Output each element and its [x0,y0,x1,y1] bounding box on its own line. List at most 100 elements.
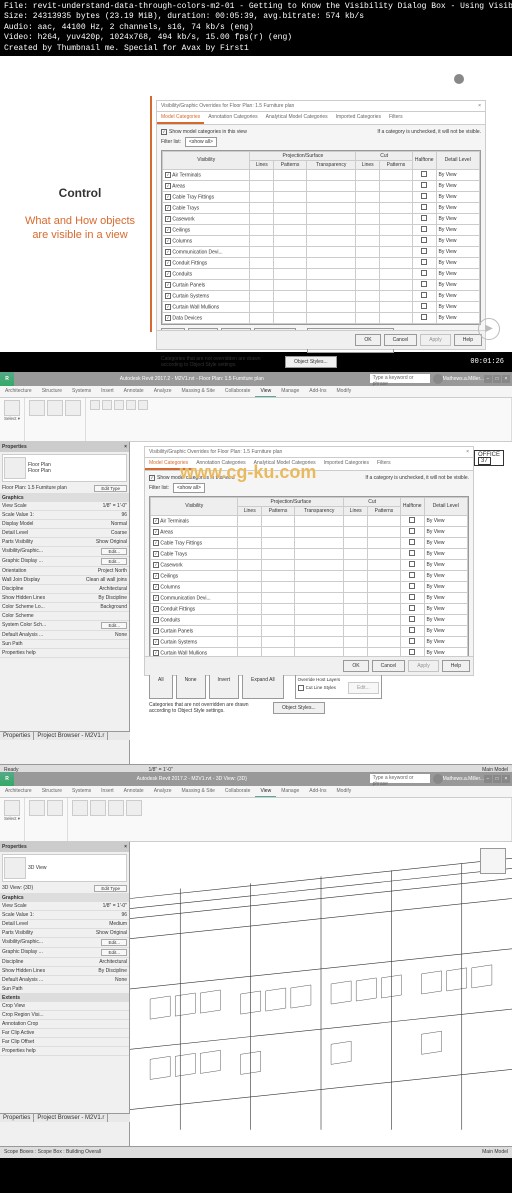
show-model-checkbox[interactable]: ✓ [149,475,155,481]
property-row[interactable]: Wall Join DisplayClean all wall joins [0,576,129,585]
halftone-checkbox[interactable] [421,182,427,188]
category-row[interactable]: ✓ Cable TraysBy View [163,202,480,213]
row-checkbox[interactable]: ✓ [165,293,171,299]
tab-addins[interactable]: Add-Ins [304,786,331,797]
tab-model-categories[interactable]: Model Categories [157,112,204,124]
tab-systems[interactable]: Systems [67,786,96,797]
row-checkbox[interactable]: ✓ [153,639,159,645]
category-row[interactable]: ✓ Cable TraysBy View [151,548,468,559]
property-row[interactable]: Default Analysis ...None [0,976,129,985]
halftone-checkbox[interactable] [409,594,415,600]
search-input[interactable]: Type a keyword or phrase [370,774,430,783]
row-checkbox[interactable]: ✓ [165,194,171,200]
tab-architecture[interactable]: Architecture [0,786,37,797]
edit-button[interactable]: Edit... [101,622,127,629]
ribbon-icon[interactable] [4,400,20,416]
halftone-checkbox[interactable] [421,204,427,210]
halftone-checkbox[interactable] [421,193,427,199]
filter-select[interactable]: <show all> [173,483,205,493]
halftone-checkbox[interactable] [409,583,415,589]
cancel-button[interactable]: Cancel [384,334,418,346]
ribbon-icon[interactable] [114,400,124,410]
property-row[interactable]: Default Analysis ...None [0,631,129,640]
tab-properties[interactable]: Properties [0,1114,34,1122]
property-row[interactable]: Far Clip Offset [0,1038,129,1047]
category-row[interactable]: ✓ ColumnsBy View [163,235,480,246]
revit-logo-icon[interactable]: R [0,372,14,386]
tab-view[interactable]: View [255,786,276,797]
tab-filters[interactable]: Filters [385,112,407,124]
property-row[interactable]: Scale Value 1:96 [0,511,129,520]
ribbon-icon[interactable] [90,400,100,410]
halftone-checkbox[interactable] [421,259,427,265]
minimize-icon[interactable]: − [484,375,492,383]
row-checkbox[interactable]: ✓ [153,518,159,524]
tab-imported[interactable]: Imported Categories [332,112,385,124]
halftone-checkbox[interactable] [409,605,415,611]
property-row[interactable]: View Scale1/8" = 1'-0" [0,902,129,911]
category-row[interactable]: ✓ ConduitsBy View [151,614,468,625]
ribbon-icon[interactable] [138,400,148,410]
ok-button[interactable]: OK [343,660,368,672]
property-row[interactable]: Color Scheme Lo...Background [0,603,129,612]
halftone-checkbox[interactable] [409,627,415,633]
row-checkbox[interactable]: ✓ [165,205,171,211]
property-row[interactable]: Far Clip Active [0,1029,129,1038]
tab-imported[interactable]: Imported Categories [320,458,373,470]
tab-project-browser[interactable]: Project Browser - M2V1.r [34,1114,108,1122]
tab-filters[interactable]: Filters [373,458,395,470]
tab-annotation[interactable]: Annotation Categories [204,112,261,124]
tab-analyze[interactable]: Analyze [149,386,177,397]
tab-analytical[interactable]: Analytical Model Categories [250,458,320,470]
halftone-checkbox[interactable] [409,572,415,578]
tab-modify[interactable]: Modify [332,386,357,397]
row-checkbox[interactable]: ✓ [153,573,159,579]
help-button[interactable]: Help [454,334,482,346]
category-row[interactable]: ✓ CaseworkBy View [151,559,468,570]
tab-insert[interactable]: Insert [96,786,119,797]
type-selector[interactable]: 3D View [2,854,127,882]
halftone-checkbox[interactable] [421,215,427,221]
halftone-checkbox[interactable] [421,292,427,298]
category-row[interactable]: ✓ Cable Tray FittingsBy View [163,191,480,202]
row-checkbox[interactable]: ✓ [165,271,171,277]
halftone-checkbox[interactable] [409,539,415,545]
halftone-checkbox[interactable] [421,248,427,254]
object-styles-button[interactable]: Object Styles... [285,356,337,368]
halftone-checkbox[interactable] [409,561,415,567]
edit-button[interactable]: Edit... [101,939,127,946]
ribbon-icon[interactable] [65,400,81,416]
ribbon-icon[interactable] [108,800,124,816]
ribbon-icon[interactable] [102,400,112,410]
category-row[interactable]: ✓ Communication Devi...By View [151,592,468,603]
invert-button[interactable]: Invert [209,674,240,699]
category-row[interactable]: ✓ CeilingsBy View [151,570,468,581]
ok-button[interactable]: OK [355,334,380,346]
category-row[interactable]: ✓ Air TerminalsBy View [163,169,480,180]
drawing-canvas[interactable]: Visibility/Graphic Overrides for Floor P… [130,442,512,764]
row-checkbox[interactable]: ✓ [153,540,159,546]
halftone-checkbox[interactable] [421,171,427,177]
category-row[interactable]: ✓ ConduitsBy View [163,268,480,279]
tab-analyze[interactable]: Analyze [149,786,177,797]
edit-button[interactable]: Edit... [101,558,127,565]
row-checkbox[interactable]: ✓ [153,562,159,568]
row-checkbox[interactable]: ✓ [153,617,159,623]
property-row[interactable]: Graphic Display ...Edit... [0,948,129,958]
row-checkbox[interactable]: ✓ [153,529,159,535]
row-checkbox[interactable]: ✓ [153,606,159,612]
tab-architecture[interactable]: Architecture [0,386,37,397]
property-row[interactable]: Graphic Display ...Edit... [0,557,129,567]
category-row[interactable]: ✓ Communication Devi...By View [163,246,480,257]
cutline-checkbox[interactable] [298,685,304,691]
property-row[interactable]: DisciplineArchitectural [0,585,129,594]
property-row[interactable]: Crop View [0,1002,129,1011]
row-checkbox[interactable]: ✓ [165,227,171,233]
property-row[interactable]: View Scale1/8" = 1'-0" [0,502,129,511]
row-checkbox[interactable]: ✓ [165,183,171,189]
property-row[interactable]: Crop Region Visi... [0,1011,129,1020]
property-row[interactable]: Color Scheme [0,612,129,621]
property-row[interactable]: DisciplineArchitectural [0,958,129,967]
property-row[interactable]: Visibility/Graphic...Edit... [0,938,129,948]
row-checkbox[interactable]: ✓ [165,304,171,310]
